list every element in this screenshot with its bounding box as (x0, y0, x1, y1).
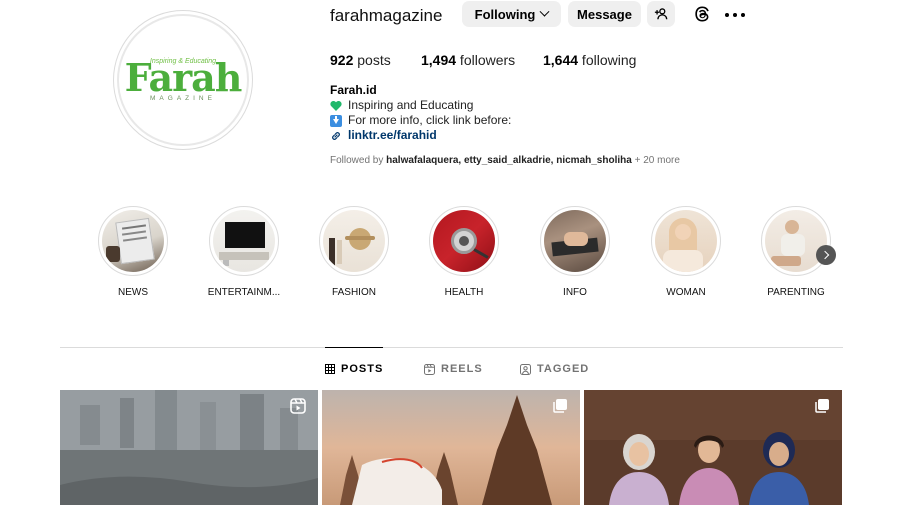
highlight-label: NEWS (118, 287, 148, 298)
following-button[interactable]: Following (462, 1, 561, 27)
tagged-icon (520, 363, 531, 375)
profile-username: farahmagazine (330, 6, 443, 25)
profile-stats: 922 posts 1,494 followers 1,644 followin… (330, 52, 636, 68)
suggest-users-button[interactable] (647, 1, 675, 27)
highlight-label: WOMAN (666, 287, 706, 298)
post-thumbnail (584, 390, 842, 505)
following-button-label: Following (474, 6, 536, 22)
down-arrow-icon (330, 114, 342, 127)
highlight-cover (213, 210, 275, 272)
add-user-icon (654, 8, 668, 20)
followers-count[interactable]: 1,494 followers (421, 52, 543, 68)
profile-avatar[interactable]: Inspiring & Educating Farah MAGAZINE (113, 10, 253, 150)
profile-display-name: Farah.id (330, 83, 377, 97)
post-tile[interactable] (584, 390, 842, 505)
tab-tagged-label: TAGGED (537, 363, 590, 375)
tab-posts-label: POSTS (341, 362, 384, 375)
highlight-info[interactable]: INFO (540, 206, 610, 298)
tab-reels[interactable]: REELS (424, 348, 483, 390)
chevron-right-icon[interactable] (816, 245, 836, 265)
highlight-fashion[interactable]: FASHION (319, 206, 389, 298)
highlight-label: ENTERTAINM... (207, 287, 281, 298)
tab-reels-label: REELS (441, 363, 483, 375)
highlight-label: FASHION (332, 287, 376, 298)
highlight-woman[interactable]: WOMAN (651, 206, 721, 298)
post-thumbnail (322, 390, 580, 505)
followed-by[interactable]: Followed by halwafalaquera, etty_said_al… (330, 155, 680, 166)
posts-count: 922 posts (330, 52, 391, 68)
grid-icon (325, 363, 335, 374)
logo-subtitle: MAGAZINE (150, 95, 216, 102)
following-count[interactable]: 1,644 following (543, 52, 636, 68)
highlight-cover (102, 210, 164, 272)
bio-line-1: Inspiring and Educating (348, 98, 474, 112)
highlight-cover (765, 210, 827, 272)
highlight-label: HEALTH (444, 287, 484, 298)
bio-line-2: For more info, click link before: (348, 113, 512, 127)
logo-word: Farah (124, 55, 243, 100)
reels-icon (424, 363, 435, 375)
highlight-cover (323, 210, 385, 272)
highlight-cover (544, 210, 606, 272)
highlight-health[interactable]: HEALTH (429, 206, 499, 298)
highlight-cover (433, 210, 495, 272)
profile-bio: Farah.id Inspiring and Educating For mor… (330, 83, 511, 143)
post-tile[interactable] (322, 390, 580, 505)
threads-icon[interactable] (692, 4, 712, 24)
profile-link[interactable]: linktr.ee/farahid (348, 128, 437, 143)
highlight-label: PARENTING (767, 287, 825, 298)
message-button[interactable]: Message (568, 1, 641, 27)
more-options-icon[interactable] (725, 5, 745, 25)
farah-logo: Inspiring & Educating Farah MAGAZINE (117, 14, 249, 146)
post-thumbnail (60, 390, 318, 505)
tab-tagged[interactable]: TAGGED (520, 348, 589, 390)
highlight-cover (655, 210, 717, 272)
highlight-label: INFO (563, 287, 587, 298)
post-tile[interactable] (60, 390, 318, 505)
tab-posts[interactable]: POSTS (325, 347, 384, 389)
highlight-parenting[interactable]: PARENTING (761, 206, 831, 298)
heart-icon (330, 100, 342, 111)
link-icon (332, 131, 340, 140)
multiple-posts-icon (553, 399, 567, 413)
highlight-news[interactable]: NEWS (98, 206, 168, 298)
reels-icon (290, 398, 306, 414)
chevron-down-icon (539, 6, 550, 17)
highlight-entertainment[interactable]: ENTERTAINM... (208, 206, 280, 298)
multiple-posts-icon (815, 399, 829, 413)
message-button-label: Message (577, 6, 632, 22)
